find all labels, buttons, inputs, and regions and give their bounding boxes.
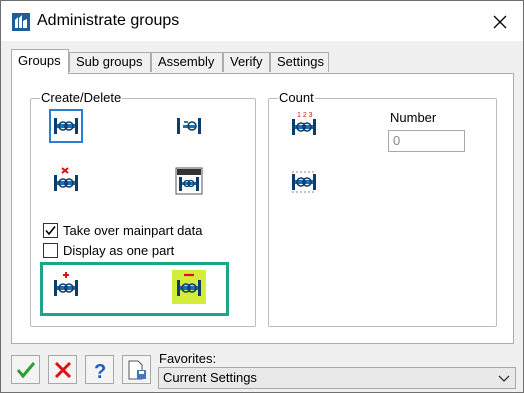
favorites-dropdown[interactable]: Current Settings (158, 367, 516, 389)
tab-groups[interactable]: Groups (11, 49, 69, 74)
tab-settings[interactable]: Settings (270, 52, 329, 72)
tab-verify[interactable]: Verify (223, 52, 270, 72)
help-button[interactable]: ? (85, 355, 114, 384)
create-group-icon (54, 118, 78, 134)
app-logo-icon (12, 13, 30, 31)
close-icon[interactable] (487, 9, 513, 35)
document-save-icon (128, 360, 146, 380)
remove-mainpart-icon (177, 273, 201, 296)
save-favorites-button[interactable] (122, 355, 151, 384)
delete-group-icon (54, 167, 78, 191)
create-group-button[interactable] (49, 109, 83, 143)
help-question-icon: ? (94, 361, 106, 381)
checkbox-box[interactable] (43, 242, 58, 258)
favorites-label: Favorites: (159, 351, 217, 366)
group-properties-button[interactable] (172, 164, 206, 198)
take-over-mainpart-label: Take over mainpart data (63, 222, 203, 238)
count-parts-icon (292, 171, 316, 193)
svg-text:1 2 3: 1 2 3 (297, 112, 313, 119)
groups-panel: Create/Delete Take over mainpart data Di… (11, 73, 514, 344)
add-to-group-icon (177, 118, 201, 134)
count-group: Count 1 2 3 Number 0 (268, 90, 497, 327)
create-delete-label: Create/Delete (40, 90, 123, 106)
favorites-selected-value: Current Settings (163, 370, 257, 385)
check-mark-icon (45, 225, 56, 235)
number-input[interactable]: 0 (388, 130, 465, 152)
count-parts-button[interactable] (287, 164, 321, 198)
add-to-group-button[interactable] (172, 109, 206, 143)
group-properties-icon (175, 167, 203, 195)
count-groups-button[interactable]: 1 2 3 (287, 109, 321, 143)
add-mainpart-icon (54, 272, 78, 296)
count-label: Count (278, 90, 315, 106)
take-over-mainpart-checkbox[interactable]: Take over mainpart data (43, 221, 202, 239)
display-as-one-part-checkbox[interactable]: Display as one part (43, 241, 174, 259)
create-delete-group: Create/Delete Take over mainpart data Di… (30, 90, 256, 327)
display-as-one-part-label: Display as one part (63, 242, 175, 258)
dialog-window: Administrate groups Groups Sub groups As… (0, 0, 524, 393)
ok-button[interactable] (11, 355, 40, 384)
cancel-button[interactable] (48, 355, 77, 384)
remove-mainpart-button[interactable] (172, 270, 206, 304)
add-mainpart-button[interactable] (49, 270, 83, 304)
check-icon (16, 362, 36, 379)
tab-sub-groups[interactable]: Sub groups (69, 52, 151, 72)
delete-group-button[interactable] (49, 164, 83, 198)
checkbox-box[interactable] (43, 222, 58, 238)
number-label: Number (390, 110, 437, 125)
chevron-down-icon (498, 375, 510, 382)
title-bar: Administrate groups (1, 1, 523, 41)
svg-text:?: ? (94, 361, 106, 381)
cancel-x-icon (54, 361, 72, 379)
count-groups-icon: 1 2 3 (292, 112, 316, 135)
window-title: Administrate groups (37, 12, 180, 29)
tab-assembly[interactable]: Assembly (151, 52, 223, 72)
